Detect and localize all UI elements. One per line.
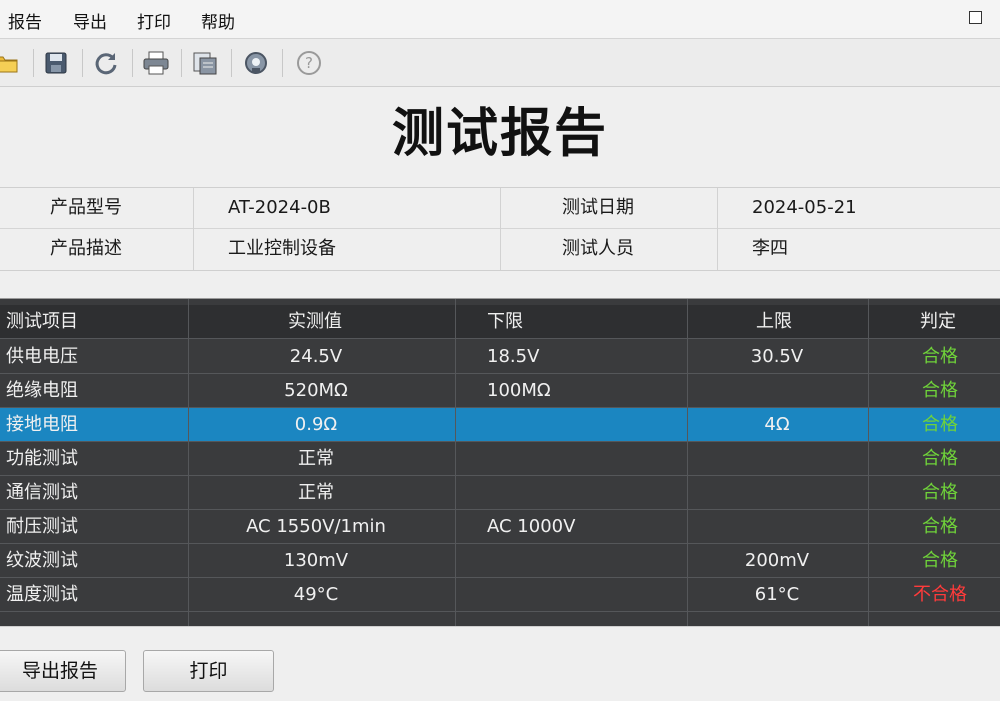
cell-item: 耐压测试 bbox=[6, 516, 78, 537]
column-divider bbox=[687, 299, 688, 626]
cell-verdict: 合格 bbox=[922, 550, 958, 571]
menu-help[interactable]: 帮助 bbox=[201, 8, 235, 33]
cell-measured: 520MΩ bbox=[284, 380, 348, 401]
cell-item: 功能测试 bbox=[6, 448, 78, 469]
tester-label: 测试人员 bbox=[562, 238, 634, 259]
menu-report[interactable]: 报告 bbox=[8, 8, 42, 33]
cell-verdict: 合格 bbox=[922, 380, 958, 401]
toolbar-separator bbox=[231, 49, 232, 77]
table-row[interactable]: 温度测试 49°C 61°C 不合格 bbox=[0, 578, 1000, 612]
cell-measured: 130mV bbox=[283, 550, 349, 571]
print-preview-icon[interactable] bbox=[191, 49, 219, 77]
svg-text:?: ? bbox=[305, 54, 313, 72]
table-row[interactable]: 纹波测试 130mV 200mV 合格 bbox=[0, 544, 1000, 578]
table-row[interactable]: 通信测试 正常 合格 bbox=[0, 476, 1000, 510]
help-icon[interactable]: ? bbox=[295, 49, 323, 77]
product-info-table: 产品型号 AT-2024-0B 测试日期 2024-05-21 产品描述 工业控… bbox=[0, 187, 1000, 271]
cell-verdict: 合格 bbox=[922, 516, 958, 537]
column-divider bbox=[500, 188, 501, 270]
column-divider bbox=[868, 299, 869, 626]
cell-measured: 0.9Ω bbox=[294, 414, 338, 435]
cell-item: 纹波测试 bbox=[6, 550, 78, 571]
header-verdict[interactable]: 判定 bbox=[920, 305, 956, 338]
date-value: 2024-05-21 bbox=[752, 197, 857, 218]
date-label: 测试日期 bbox=[562, 197, 634, 218]
column-divider bbox=[193, 188, 194, 270]
settings-icon[interactable] bbox=[242, 49, 270, 77]
cell-measured: 正常 bbox=[298, 448, 334, 469]
cell-lower: 18.5V bbox=[487, 346, 540, 367]
toolbar-separator bbox=[33, 49, 34, 77]
model-label: 产品型号 bbox=[50, 197, 122, 218]
tester-value: 李四 bbox=[752, 238, 788, 259]
cell-verdict: 合格 bbox=[922, 482, 958, 503]
cell-measured: 49°C bbox=[293, 584, 339, 605]
menu-print[interactable]: 打印 bbox=[137, 8, 171, 33]
print-icon[interactable] bbox=[142, 49, 170, 77]
table-row[interactable]: 供电电压 24.5V 18.5V 30.5V 合格 bbox=[0, 340, 1000, 374]
table-row[interactable]: 功能测试 正常 合格 bbox=[0, 442, 1000, 476]
cell-verdict: 合格 bbox=[922, 448, 958, 469]
cell-verdict: 合格 bbox=[922, 346, 958, 367]
table-row[interactable]: 耐压测试 AC 1550V/1min AC 1000V 合格 bbox=[0, 510, 1000, 544]
toolbar-separator bbox=[181, 49, 182, 77]
table-row[interactable]: 接地电阻 0.9Ω 4Ω 合格 bbox=[0, 408, 1000, 442]
cell-verdict: 合格 bbox=[922, 414, 958, 435]
cell-verdict: 不合格 bbox=[913, 584, 967, 605]
cell-measured: 24.5V bbox=[289, 346, 343, 367]
open-folder-icon[interactable] bbox=[0, 49, 20, 77]
model-value: AT-2024-0B bbox=[228, 197, 331, 218]
cell-lower: 100MΩ bbox=[487, 380, 551, 401]
cell-item: 绝缘电阻 bbox=[6, 380, 78, 401]
cell-item: 供电电压 bbox=[6, 346, 78, 367]
toolbar: ? bbox=[0, 39, 1000, 87]
header-item[interactable]: 测试项目 bbox=[6, 305, 78, 338]
column-divider bbox=[455, 299, 456, 626]
description-label: 产品描述 bbox=[50, 238, 122, 259]
print-button[interactable]: 打印 bbox=[143, 650, 274, 692]
cell-measured: AC 1550V/1min bbox=[246, 516, 386, 537]
report-title: 测试报告 bbox=[391, 104, 608, 164]
table-header: 测试项目 实测值 下限 上限 判定 bbox=[0, 305, 1000, 339]
cell-item: 接地电阻 bbox=[6, 414, 78, 435]
column-divider bbox=[188, 299, 189, 626]
bottom-bar: 导出报告 打印 bbox=[0, 626, 1000, 701]
cell-lower: AC 1000V bbox=[487, 516, 576, 537]
toolbar-separator bbox=[132, 49, 133, 77]
save-icon[interactable] bbox=[42, 49, 70, 77]
export-report-button[interactable]: 导出报告 bbox=[0, 650, 126, 692]
header-measured[interactable]: 实测值 bbox=[288, 305, 342, 338]
menu-bar: 报告 导出 打印 帮助 bbox=[0, 0, 1000, 39]
column-divider bbox=[717, 188, 718, 270]
cell-measured: 正常 bbox=[298, 482, 334, 503]
menu-export[interactable]: 导出 bbox=[73, 8, 107, 33]
results-table[interactable]: 测试项目 实测值 下限 上限 判定 供电电压 24.5V 18.5V 30.5V 合格绝… bbox=[0, 298, 1000, 626]
description-value: 工业控制设备 bbox=[228, 238, 336, 259]
header-lower[interactable]: 下限 bbox=[487, 305, 523, 338]
header-upper[interactable]: 上限 bbox=[756, 305, 792, 338]
refresh-icon[interactable] bbox=[92, 49, 120, 77]
toolbar-separator bbox=[282, 49, 283, 77]
toolbar-separator bbox=[82, 49, 83, 77]
cell-item: 温度测试 bbox=[6, 584, 78, 605]
maximize-button[interactable] bbox=[969, 11, 982, 24]
cell-item: 通信测试 bbox=[6, 482, 78, 503]
table-row[interactable]: 绝缘电阻 520MΩ 100MΩ 合格 bbox=[0, 374, 1000, 408]
